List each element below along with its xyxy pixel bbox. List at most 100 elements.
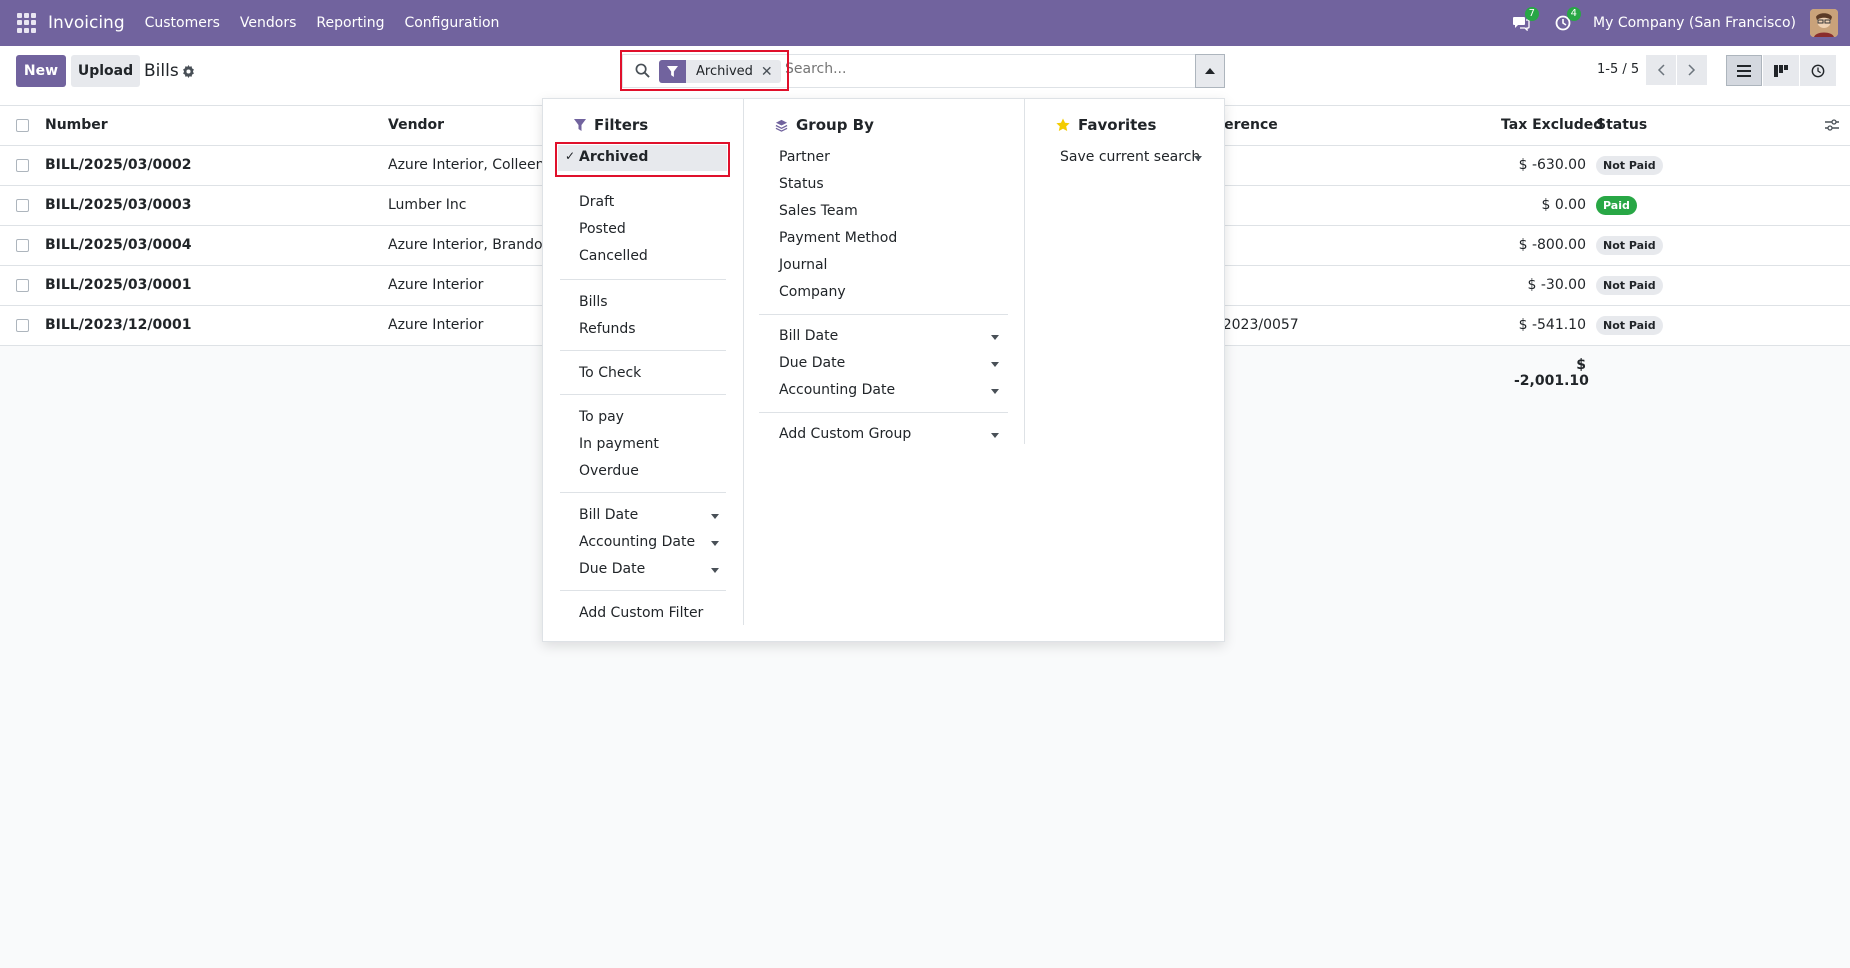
groupby-sales-team[interactable]: Sales Team xyxy=(779,203,858,219)
filter-due-date[interactable]: Due Date xyxy=(579,561,645,577)
column-vendor[interactable]: Vendor xyxy=(388,117,444,133)
filters-title: Filters xyxy=(594,116,649,134)
chevron-left-icon xyxy=(1657,64,1665,76)
pager-previous-button[interactable] xyxy=(1646,55,1676,85)
filter-bill-date[interactable]: Bill Date xyxy=(579,507,638,523)
user-avatar[interactable] xyxy=(1810,9,1838,37)
filter-cancelled[interactable]: Cancelled xyxy=(579,248,648,264)
status-badge: Not Paid xyxy=(1596,236,1663,255)
bill-amount: $ 0.00 xyxy=(1541,197,1586,213)
bill-vendor: Lumber Inc xyxy=(388,197,467,213)
bill-number: BILL/2025/03/0004 xyxy=(45,237,192,253)
messages-badge: 7 xyxy=(1524,7,1540,21)
control-panel: New Upload Bills Archived ✕ 1-5 / 5 xyxy=(0,46,1850,106)
column-number[interactable]: Number xyxy=(45,117,108,133)
list-view-button[interactable] xyxy=(1726,55,1762,86)
row-checkbox[interactable] xyxy=(16,239,29,252)
favorites-title: Favorites xyxy=(1078,116,1157,134)
column-reference[interactable]: ference xyxy=(1218,117,1278,133)
navbar-systray: 7 4 My Company (San Francisco) xyxy=(1509,0,1850,46)
pager-next-button[interactable] xyxy=(1677,55,1707,85)
caret-down-icon[interactable] xyxy=(1194,156,1202,161)
groupby-bill-date[interactable]: Bill Date xyxy=(779,328,838,344)
add-custom-filter[interactable]: Add Custom Filter xyxy=(579,605,703,621)
menu-item-vendors[interactable]: Vendors xyxy=(240,15,296,31)
kanban-view-button[interactable] xyxy=(1763,55,1799,86)
caret-down-icon[interactable] xyxy=(991,433,999,438)
divider xyxy=(560,279,726,280)
search-input[interactable] xyxy=(785,61,1185,77)
column-tax-excluded[interactable]: Tax Excluded xyxy=(1501,117,1603,133)
caret-down-icon[interactable] xyxy=(991,362,999,367)
app-brand[interactable]: Invoicing xyxy=(48,13,125,33)
activities-badge: 4 xyxy=(1566,7,1582,21)
status-badge: Not Paid xyxy=(1596,156,1663,175)
activities-clock-icon[interactable]: 4 xyxy=(1551,7,1582,35)
layers-icon xyxy=(775,119,788,132)
page-title: Bills xyxy=(144,61,179,81)
add-custom-group[interactable]: Add Custom Group xyxy=(779,426,911,442)
archived-highlight-box xyxy=(555,142,730,177)
filters-header: Filters xyxy=(574,113,648,137)
caret-down-icon[interactable] xyxy=(991,335,999,340)
new-button[interactable]: New xyxy=(16,55,66,87)
caret-down-icon[interactable] xyxy=(711,568,719,573)
list-icon xyxy=(1737,64,1751,77)
apps-grid-icon[interactable] xyxy=(17,13,37,33)
menu-item-customers[interactable]: Customers xyxy=(145,15,220,31)
groupby-journal[interactable]: Journal xyxy=(779,257,827,273)
main-menu: Customers Vendors Reporting Configuratio… xyxy=(145,15,520,31)
column-divider xyxy=(1024,99,1025,444)
filter-draft[interactable]: Draft xyxy=(579,194,614,210)
select-all-checkbox[interactable] xyxy=(16,119,29,132)
pager-value[interactable]: 1-5 / 5 xyxy=(1597,62,1639,77)
divider xyxy=(560,394,726,395)
filter-bills[interactable]: Bills xyxy=(579,294,608,310)
divider xyxy=(759,314,1008,315)
favorites-header: Favorites xyxy=(1056,113,1156,137)
search-options-toggle[interactable] xyxy=(1195,54,1225,88)
menu-item-reporting[interactable]: Reporting xyxy=(316,15,384,31)
filter-posted[interactable]: Posted xyxy=(579,221,626,237)
row-checkbox[interactable] xyxy=(16,279,29,292)
filter-to-pay[interactable]: To pay xyxy=(579,409,624,425)
groupby-accounting-date[interactable]: Accounting Date xyxy=(779,382,895,398)
activity-view-button[interactable] xyxy=(1800,55,1836,86)
save-current-search[interactable]: Save current search xyxy=(1060,149,1200,165)
column-status[interactable]: Status xyxy=(1596,117,1647,133)
filter-overdue[interactable]: Overdue xyxy=(579,463,639,479)
row-checkbox[interactable] xyxy=(16,319,29,332)
row-checkbox[interactable] xyxy=(16,159,29,172)
upload-button[interactable]: Upload xyxy=(71,55,140,87)
groupby-company[interactable]: Company xyxy=(779,284,846,300)
groupby-title: Group By xyxy=(796,116,874,134)
bill-vendor: Azure Interior xyxy=(388,277,484,293)
filter-to-check[interactable]: To Check xyxy=(579,365,641,381)
filter-refunds[interactable]: Refunds xyxy=(579,321,636,337)
bill-amount: $ -800.00 xyxy=(1518,237,1586,253)
caret-down-icon[interactable] xyxy=(711,541,719,546)
divider xyxy=(560,492,726,493)
groupby-payment-method[interactable]: Payment Method xyxy=(779,230,897,246)
bill-reference: /2023/0057 xyxy=(1218,317,1299,333)
caret-down-icon[interactable] xyxy=(991,389,999,394)
groupby-header: Group By xyxy=(775,113,874,137)
bill-amount: $ -541.10 xyxy=(1518,317,1586,333)
filter-funnel-icon xyxy=(574,119,586,131)
groupby-partner[interactable]: Partner xyxy=(779,149,830,165)
bill-number: BILL/2025/03/0003 xyxy=(45,197,192,213)
filter-accounting-date[interactable]: Accounting Date xyxy=(579,534,695,550)
gear-icon[interactable] xyxy=(182,65,195,82)
caret-down-icon[interactable] xyxy=(711,514,719,519)
groupby-status[interactable]: Status xyxy=(779,176,824,192)
bill-vendor: Azure Interior, Brandon I xyxy=(388,237,560,253)
row-checkbox[interactable] xyxy=(16,199,29,212)
menu-item-configuration[interactable]: Configuration xyxy=(404,15,499,31)
bill-number: BILL/2023/12/0001 xyxy=(45,317,192,333)
company-switcher[interactable]: My Company (San Francisco) xyxy=(1593,15,1796,31)
filter-in-payment[interactable]: In payment xyxy=(579,436,659,452)
messages-icon[interactable]: 7 xyxy=(1509,7,1540,35)
status-badge: Paid xyxy=(1596,196,1637,215)
groupby-due-date[interactable]: Due Date xyxy=(779,355,845,371)
column-settings-icon[interactable] xyxy=(1825,118,1839,136)
